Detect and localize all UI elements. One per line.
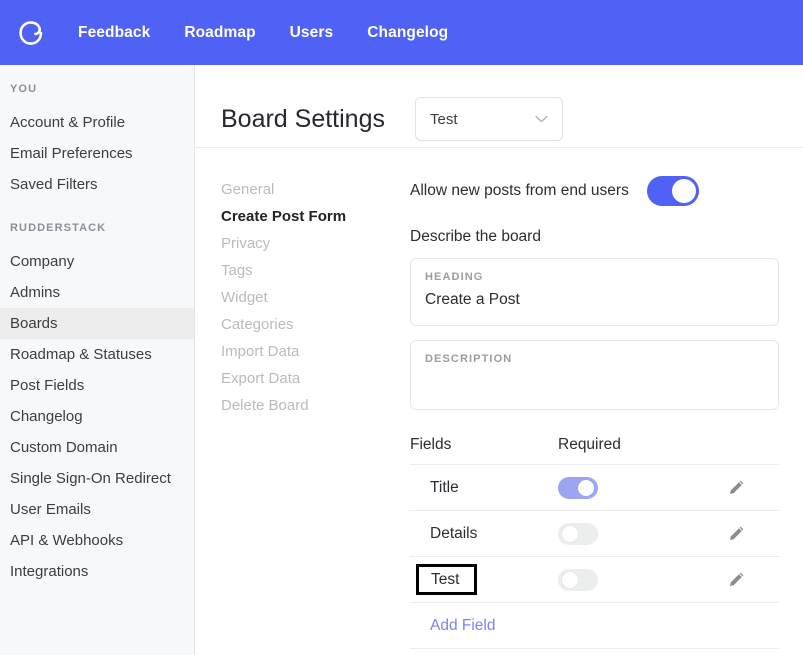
sidebar-item-account-profile[interactable]: Account & Profile [0,107,194,138]
pencil-icon[interactable] [728,571,745,588]
nav-item-feedback[interactable]: Feedback [78,24,150,42]
add-field-button[interactable]: Add Field [410,617,495,635]
sidebar-section-title-you: YOU [10,83,38,95]
sidebar-item-single-sign-on-redirect[interactable]: Single Sign-On Redirect [0,463,194,494]
create-post-form-panel: Allow new posts from end users Describe … [410,176,803,649]
field-name-test[interactable]: Test [416,563,478,596]
subnav-item-general[interactable]: General [221,176,410,203]
describe-board-label: Describe the board [410,228,541,245]
subnav-item-widget[interactable]: Widget [221,284,410,311]
allow-new-posts-row: Allow new posts from end users [410,176,779,206]
description-card[interactable]: DESCRIPTION [410,340,779,410]
sidebar-item-boards[interactable]: Boards [0,308,194,339]
fields-table-header: Fields Required [410,436,779,465]
sidebar-item-user-emails[interactable]: User Emails [0,494,194,525]
pencil-icon[interactable] [728,479,745,496]
page-body: YOU Account & Profile Email Preferences … [0,65,803,655]
column-header-required: Required [558,436,621,453]
heading-card-label: HEADING [425,271,484,283]
sidebar-section-title-rudderstack: RUDDERSTACK [10,222,107,234]
allow-new-posts-label: Allow new posts from end users [410,182,629,199]
page-title: Board Settings [221,104,385,133]
subnav-item-create-post-form[interactable]: Create Post Form [221,203,410,230]
toggle-knob [578,479,594,496]
description-card-value [425,373,764,393]
nav-item-changelog[interactable]: Changelog [367,24,448,42]
toggle-knob [562,571,578,588]
sidebar-item-roadmap-statuses[interactable]: Roadmap & Statuses [0,339,194,370]
heading-card[interactable]: HEADING Create a Post [410,258,779,326]
top-navigation-bar: Feedback Roadmap Users Changelog [0,0,803,65]
sidebar-item-changelog[interactable]: Changelog [0,401,194,432]
nav-item-users[interactable]: Users [290,24,334,42]
subnav-item-import-data[interactable]: Import Data [221,338,410,365]
sidebar-item-post-fields[interactable]: Post Fields [0,370,194,401]
settings-sidebar: YOU Account & Profile Email Preferences … [0,65,195,655]
required-toggle-details[interactable] [558,522,598,545]
field-required-cell [558,476,681,499]
board-settings-area: General Create Post Form Privacy Tags Wi… [195,148,803,649]
canny-c-logo-icon[interactable] [14,16,48,50]
field-required-cell [558,522,681,545]
main-content: Board Settings Test General Create Post … [195,65,803,655]
board-settings-subnav: General Create Post Form Privacy Tags Wi… [195,176,410,649]
field-name-title: Title [430,478,459,496]
toggle-knob [671,179,696,203]
field-edit-cell [681,479,779,496]
sidebar-item-saved-filters[interactable]: Saved Filters [0,169,194,200]
board-select-value: Test [430,110,458,128]
sidebar-item-integrations[interactable]: Integrations [0,556,194,587]
sidebar-item-company[interactable]: Company [0,246,194,277]
chevron-down-icon [535,115,548,123]
column-header-fields: Fields [410,436,452,453]
toggle-knob [562,525,578,542]
top-nav-items: Feedback Roadmap Users Changelog [78,24,448,42]
sidebar-item-api-webhooks[interactable]: API & Webhooks [0,525,194,556]
required-toggle-test[interactable] [558,568,598,591]
main-header: Board Settings Test [195,65,803,148]
field-edit-cell [681,525,779,542]
subnav-item-privacy[interactable]: Privacy [221,230,410,257]
allow-new-posts-toggle[interactable] [646,176,699,206]
board-select-dropdown[interactable]: Test [415,97,563,141]
subnav-item-delete-board[interactable]: Delete Board [221,392,410,419]
sidebar-item-admins[interactable]: Admins [0,277,194,308]
sidebar-item-email-preferences[interactable]: Email Preferences [0,138,194,169]
add-field-row: Add Field [410,603,779,649]
description-card-label: DESCRIPTION [425,353,513,365]
subnav-item-categories[interactable]: Categories [221,311,410,338]
subnav-item-tags[interactable]: Tags [221,257,410,284]
table-row: Title [410,465,779,511]
table-row: Details [410,511,779,557]
subnav-item-export-data[interactable]: Export Data [221,365,410,392]
field-edit-cell [681,571,779,588]
table-row: Test [410,557,779,603]
required-toggle-title[interactable] [558,476,598,499]
nav-item-roadmap[interactable]: Roadmap [184,24,255,42]
field-name-details: Details [430,524,478,542]
sidebar-item-custom-domain[interactable]: Custom Domain [0,432,194,463]
heading-card-value: Create a Post [425,291,520,308]
pencil-icon[interactable] [728,525,745,542]
field-required-cell [558,568,681,591]
field-name-test-cell: Test [410,563,558,596]
